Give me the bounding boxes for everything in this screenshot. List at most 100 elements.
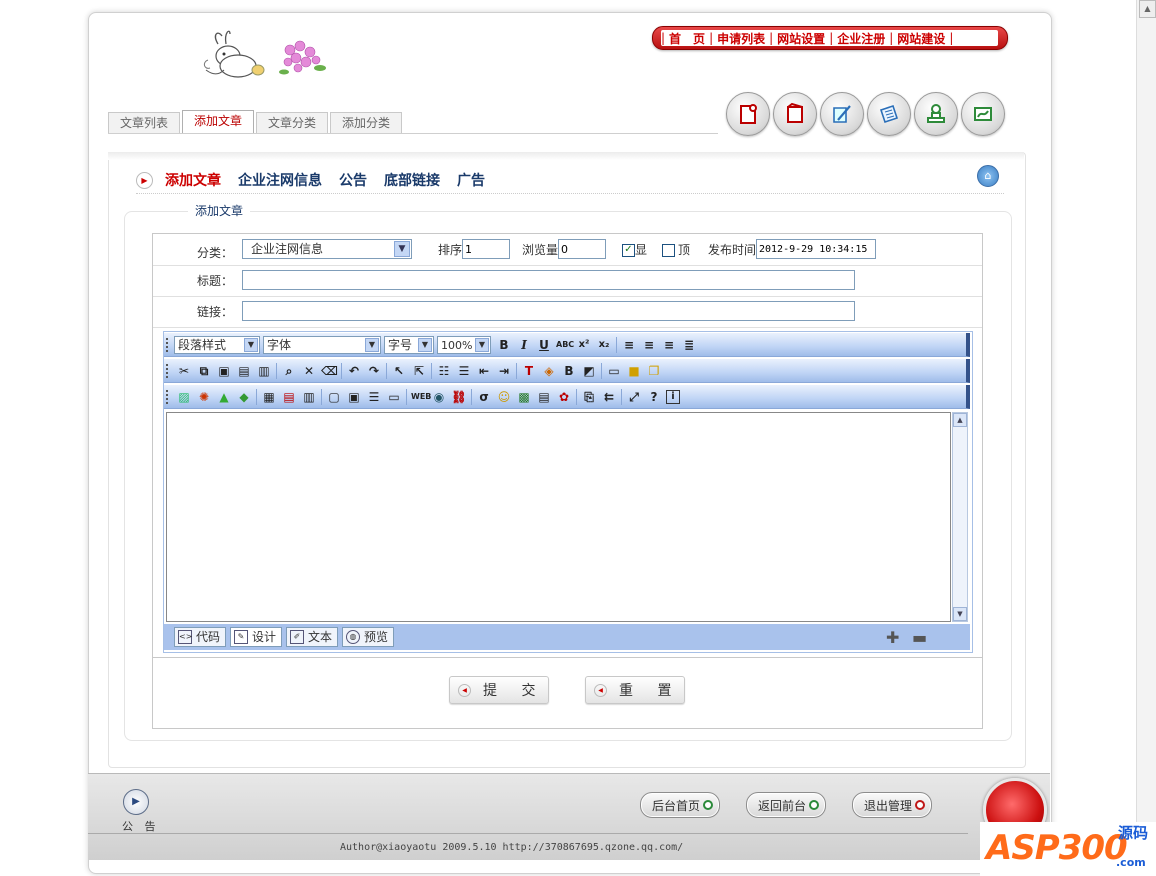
paragraph-style-select[interactable]: 段落样式 ▼ — [174, 335, 260, 354]
nav-apply-list[interactable]: 申请列表 — [713, 30, 769, 47]
category-select[interactable]: 企业注网信息 ▼ — [242, 239, 412, 259]
align-justify-icon[interactable]: ≣ — [681, 337, 697, 353]
zoom-select[interactable]: 100% ▼ — [437, 335, 491, 354]
mode-text-button[interactable]: ✐ 文本 — [286, 627, 339, 647]
cnav-footer-links[interactable]: 底部链接 — [384, 170, 440, 190]
calendar-icon[interactable]: ▤ — [536, 389, 552, 405]
marquee-icon[interactable]: ⇇ — [601, 389, 617, 405]
logout-button[interactable]: 退出管理 — [852, 792, 933, 818]
note-copy-icon[interactable]: ❐ — [646, 363, 662, 379]
media-icon[interactable]: ▲ — [216, 389, 232, 405]
edit-icon[interactable] — [820, 92, 864, 136]
italic-icon[interactable]: I — [516, 337, 532, 353]
image-icon[interactable]: ▨ — [176, 389, 192, 405]
unlink-icon[interactable]: ⛓ — [451, 389, 467, 405]
cnav-ads[interactable]: 广告 — [457, 170, 485, 190]
outdent-icon[interactable]: ⇤ — [476, 363, 492, 379]
text-color-icon[interactable]: T — [521, 363, 537, 379]
indent-icon[interactable]: ⇥ — [496, 363, 512, 379]
delete-icon[interactable]: ✕ — [301, 363, 317, 379]
emoticon-icon[interactable]: ☺ — [496, 389, 512, 405]
notes-icon[interactable] — [867, 92, 911, 136]
page-break-icon[interactable]: ⎘ — [581, 389, 597, 405]
ordered-list-icon[interactable]: ☷ — [436, 363, 452, 379]
align-left-icon[interactable]: ≡ — [621, 337, 637, 353]
table-icon[interactable]: ▦ — [261, 389, 277, 405]
strikethrough-icon[interactable]: ABC — [556, 337, 574, 353]
anchor-icon[interactable]: ◆ — [236, 389, 252, 405]
stamp-icon[interactable] — [914, 92, 958, 136]
fill-icon[interactable]: ◩ — [581, 363, 597, 379]
editor-scrollbar[interactable]: ▲ ▼ — [952, 412, 968, 622]
scroll-up-icon[interactable]: ▲ — [1139, 0, 1156, 18]
globe-link-icon[interactable]: ◉ — [431, 389, 447, 405]
cnav-notice[interactable]: 公告 — [339, 170, 367, 190]
page-icon[interactable] — [773, 92, 817, 136]
align-center-icon[interactable]: ≡ — [641, 337, 657, 353]
mode-preview-button[interactable]: ◍ 预览 — [342, 627, 395, 647]
paste-word-icon[interactable]: ▥ — [256, 363, 272, 379]
bug-icon[interactable]: ✿ — [556, 389, 572, 405]
nav-site-build[interactable]: 网站建设 — [893, 30, 949, 47]
cnav-company-info[interactable]: 企业注网信息 — [238, 170, 322, 190]
font-size-select[interactable]: 字号 ▼ — [384, 335, 434, 354]
find-icon[interactable]: ⌕ — [281, 363, 297, 379]
submit-button[interactable]: ◀ 提 交 — [449, 676, 549, 704]
input-icon[interactable]: ▭ — [386, 389, 402, 405]
nav-site-settings[interactable]: 网站设置 — [773, 30, 829, 47]
views-input[interactable] — [558, 239, 606, 259]
chart-icon[interactable] — [961, 92, 1005, 136]
notice-play-icon[interactable]: ▶ — [123, 789, 149, 815]
mode-code-button[interactable]: <> 代码 — [174, 627, 227, 647]
tab-article-list[interactable]: 文章列表 — [108, 112, 181, 133]
form-icon[interactable]: ▣ — [346, 389, 362, 405]
select-all-icon[interactable]: ⇱ — [411, 363, 427, 379]
flash-icon[interactable]: ✺ — [196, 389, 212, 405]
highlight-icon[interactable]: ◈ — [541, 363, 557, 379]
expand-plus-icon[interactable]: ✚ — [886, 628, 899, 647]
link-input[interactable] — [242, 301, 855, 321]
font-select[interactable]: 字体 ▼ — [263, 335, 381, 354]
unordered-list-icon[interactable]: ☰ — [456, 363, 472, 379]
tab-article-category[interactable]: 文章分类 — [256, 112, 329, 133]
admin-home-button[interactable]: 后台首页 — [640, 792, 721, 818]
editor-scroll-up-icon[interactable]: ▲ — [953, 413, 967, 427]
sort-input[interactable] — [462, 239, 510, 259]
tab-add-article[interactable]: 添加文章 — [182, 110, 255, 133]
note-yellow-icon[interactable]: ■ — [626, 363, 642, 379]
publish-time-input[interactable] — [756, 239, 876, 259]
paste-text-icon[interactable]: ▤ — [236, 363, 252, 379]
textbox-icon[interactable]: ▢ — [326, 389, 342, 405]
window-scrollbar[interactable]: ▲ — [1136, 0, 1156, 876]
eraser-icon[interactable]: ⌫ — [321, 363, 338, 379]
home-icon[interactable]: ⌂ — [977, 165, 999, 187]
undo-icon[interactable]: ↶ — [346, 363, 362, 379]
show-checkbox[interactable]: ✓ — [622, 244, 635, 257]
title-input[interactable] — [242, 270, 855, 290]
insert-column-icon[interactable]: ▥ — [301, 389, 317, 405]
top-checkbox[interactable] — [662, 244, 675, 257]
fullscreen-icon[interactable]: ⤢ — [626, 389, 642, 405]
nav-home[interactable]: 首 页 — [665, 30, 709, 47]
paste-icon[interactable]: ▣ — [216, 363, 232, 379]
editor-scroll-down-icon[interactable]: ▼ — [953, 607, 967, 621]
underline-icon[interactable]: U — [536, 337, 552, 353]
editor-content-area[interactable] — [166, 412, 951, 622]
reset-button[interactable]: ◀ 重 置 — [585, 676, 685, 704]
nav-company-register[interactable]: 企业注册 — [833, 30, 889, 47]
new-document-icon[interactable] — [726, 92, 770, 136]
tab-add-category[interactable]: 添加分类 — [330, 112, 403, 133]
border-icon[interactable]: ▭ — [606, 363, 622, 379]
front-home-button[interactable]: 返回前台 — [746, 792, 827, 818]
background-color-icon[interactable]: B — [561, 363, 577, 379]
superscript-icon[interactable]: x² — [576, 337, 592, 353]
help-icon[interactable]: ? — [646, 389, 662, 405]
special-char-icon[interactable]: σ — [476, 389, 492, 405]
web-link-icon[interactable]: WEB — [411, 389, 431, 405]
bold-icon[interactable]: B — [496, 337, 512, 353]
cut-icon[interactable]: ✂ — [176, 363, 192, 379]
mode-design-button[interactable]: ✎ 设计 — [230, 627, 283, 647]
about-icon[interactable]: i — [666, 389, 680, 404]
redo-icon[interactable]: ↷ — [366, 363, 382, 379]
select-icon[interactable]: ↖ — [391, 363, 407, 379]
